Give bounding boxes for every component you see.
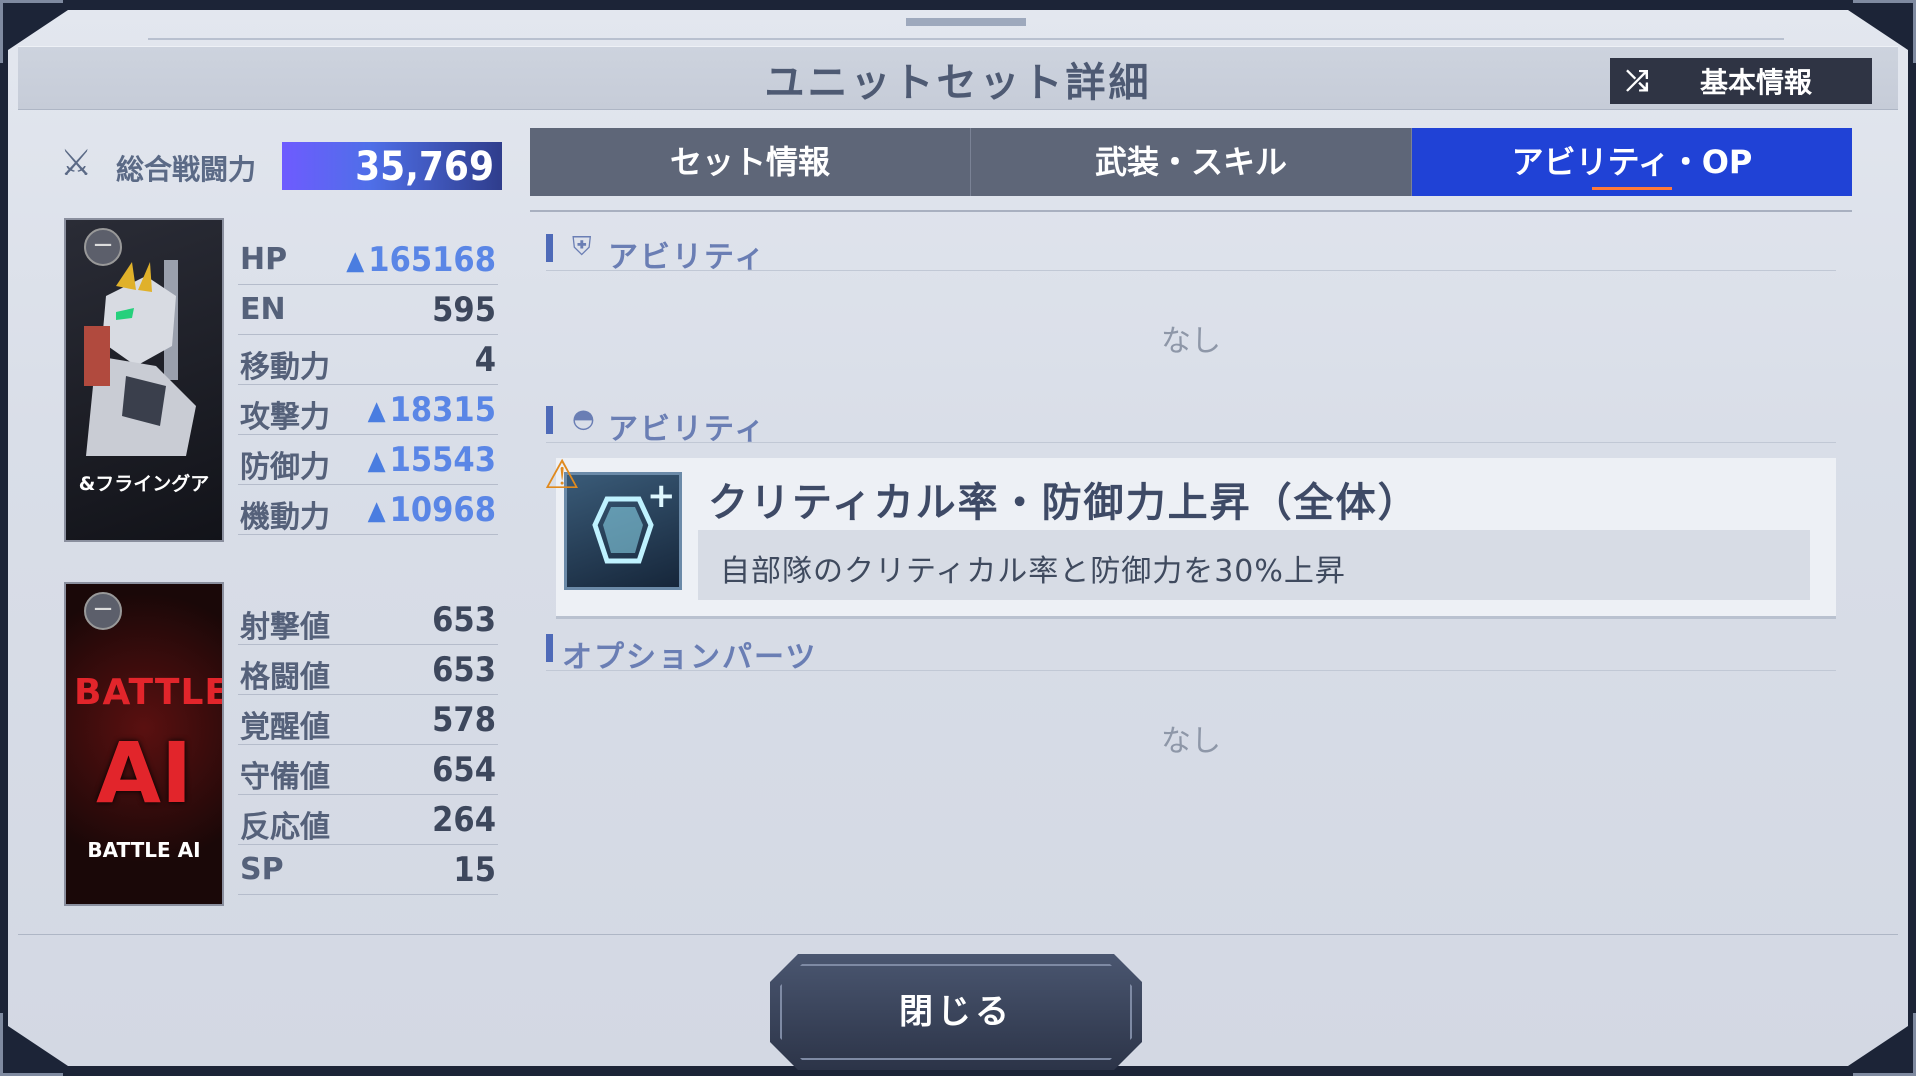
frame-corner [0,1013,63,1076]
remove-unit-button[interactable]: − [84,228,122,266]
stat-row-mobility: 機動力 ▲ 10968 [238,486,498,535]
option-parts-title: オプションパーツ [562,640,818,675]
remove-ai-button[interactable]: − [84,592,122,630]
battle-ai-card[interactable]: − BATTLE AI BATTLE AI [64,582,224,906]
tab-ability-op-label: アビリティ・OP [1511,143,1753,181]
stat-label: HP [240,242,288,277]
ability-name: クリティカル率・防御力上昇（全体） [708,480,1420,526]
stat-value: ▲ 165168 [346,240,496,280]
stat-value: 578 [432,700,496,740]
unit-card-caption: &フライングア [78,473,210,495]
boost-arrow-icon: ▲ [367,496,386,526]
power-label: 総合戦闘力 [116,153,257,186]
stat-label: 攻撃力 [240,400,330,435]
section-bar [546,406,553,434]
pilot-helmet-icon: ◓ [572,404,595,434]
tab-set-info[interactable]: セット情報 [530,128,971,196]
stat-row-shooting: 射撃値 653 [238,596,498,645]
basic-info-button[interactable]: ⤮ 基本情報 [1610,58,1872,104]
frame-top-notch [906,18,1026,26]
stat-value-text: 10968 [389,490,496,530]
crossed-swords-icon: ⚔ [60,143,93,184]
shuffle-icon: ⤮ [1626,64,1649,97]
option-parts-empty: なし [1161,724,1221,759]
tab-ability-op[interactable]: アビリティ・OP [1412,128,1852,196]
stat-value: 654 [432,750,496,790]
stat-value: ▲ 10968 [368,490,496,530]
mecha-portrait-icon [84,260,196,456]
unit-card[interactable]: − &フライングア [64,218,224,542]
stat-row-sp: SP 15 [238,846,498,895]
basic-info-label: 基本情報 [1700,66,1813,99]
pilot-ability-header: ◓ アビリティ [546,402,1836,447]
stat-row-hp: HP ▲ 165168 [238,236,498,285]
stat-value: 595 [432,290,496,330]
ability-description-box: 自部隊のクリティカル率と防御力を30%上昇 [698,530,1810,600]
stat-label: 守備値 [240,760,330,795]
stat-row-reaction: 反応値 264 [238,796,498,845]
stat-value: ▲ 15543 [368,440,496,480]
stat-value: 15 [453,850,496,890]
stat-value: 653 [432,650,496,690]
power-value: 35,769 [355,144,494,190]
stat-label: 格闘値 [240,660,330,695]
stat-value: 653 [432,600,496,640]
stat-value: ▲ 18315 [368,390,496,430]
section-bar [546,634,553,662]
stat-value-text: 15543 [389,440,496,480]
stat-value: 4 [474,340,496,380]
unit-ability-empty: なし [1161,324,1221,359]
tab-weapons-skills[interactable]: 武装・スキル [971,128,1412,196]
close-button[interactable]: 閉じる [770,954,1142,1070]
stat-label: SP [240,852,284,887]
boost-arrow-icon: ▲ [367,446,386,476]
option-parts-header: オプションパーツ [546,630,1836,675]
tab-bar: セット情報 武装・スキル アビリティ・OP [530,128,1852,196]
warning-icon: ⚠ [544,452,580,498]
stat-row-move: 移動力 4 [238,336,498,385]
stat-label: 反応値 [240,810,330,845]
stat-row-attack: 攻撃力 ▲ 18315 [238,386,498,435]
stat-row-melee: 格闘値 653 [238,646,498,695]
boost-arrow-icon: ▲ [346,246,365,276]
stat-value: 264 [432,800,496,840]
tabs-divider [530,210,1852,212]
stat-label: 機動力 [240,500,330,535]
stat-label: 射撃値 [240,610,330,645]
stat-row-guard: 守備値 654 [238,746,498,795]
close-button-frame [780,964,1132,1060]
footer-divider [18,934,1898,935]
stat-value-text: 165168 [368,240,496,280]
pilot-ability-title: アビリティ [608,412,767,447]
power-bar: 35,769 [282,142,502,190]
mecha-head-icon: ⛨ [572,232,592,262]
stat-row-awakening: 覚醒値 578 [238,696,498,745]
ai-card-caption: BATTLE AI [87,838,201,862]
ai-card-battle-text: BATTLE [74,672,224,713]
svg-text:+: + [647,476,676,516]
stat-label: 防御力 [240,450,330,485]
frame-top-line [148,38,1784,40]
unit-ability-header: ⛨ アビリティ [546,230,1836,275]
active-tab-indicator [1592,187,1672,190]
boost-arrow-icon: ▲ [367,396,386,426]
stat-row-defense: 防御力 ▲ 15543 [238,436,498,485]
ability-description: 自部隊のクリティカル率と防御力を30%上昇 [720,554,1346,589]
ai-card-big-text: AI [96,724,193,822]
frame-corner [1853,1013,1916,1076]
stat-value-text: 18315 [389,390,496,430]
stat-label: 覚醒値 [240,710,330,745]
stat-label: 移動力 [240,350,330,385]
stat-row-en: EN 595 [238,286,498,335]
stat-label: EN [240,292,286,327]
shield-plus-icon: + [564,472,682,590]
unit-ability-title: アビリティ [608,240,767,275]
ability-card[interactable]: + ⚠ クリティカル率・防御力上昇（全体） 自部隊のクリティカル率と防御力を30… [544,452,1836,619]
section-bar [546,234,553,262]
